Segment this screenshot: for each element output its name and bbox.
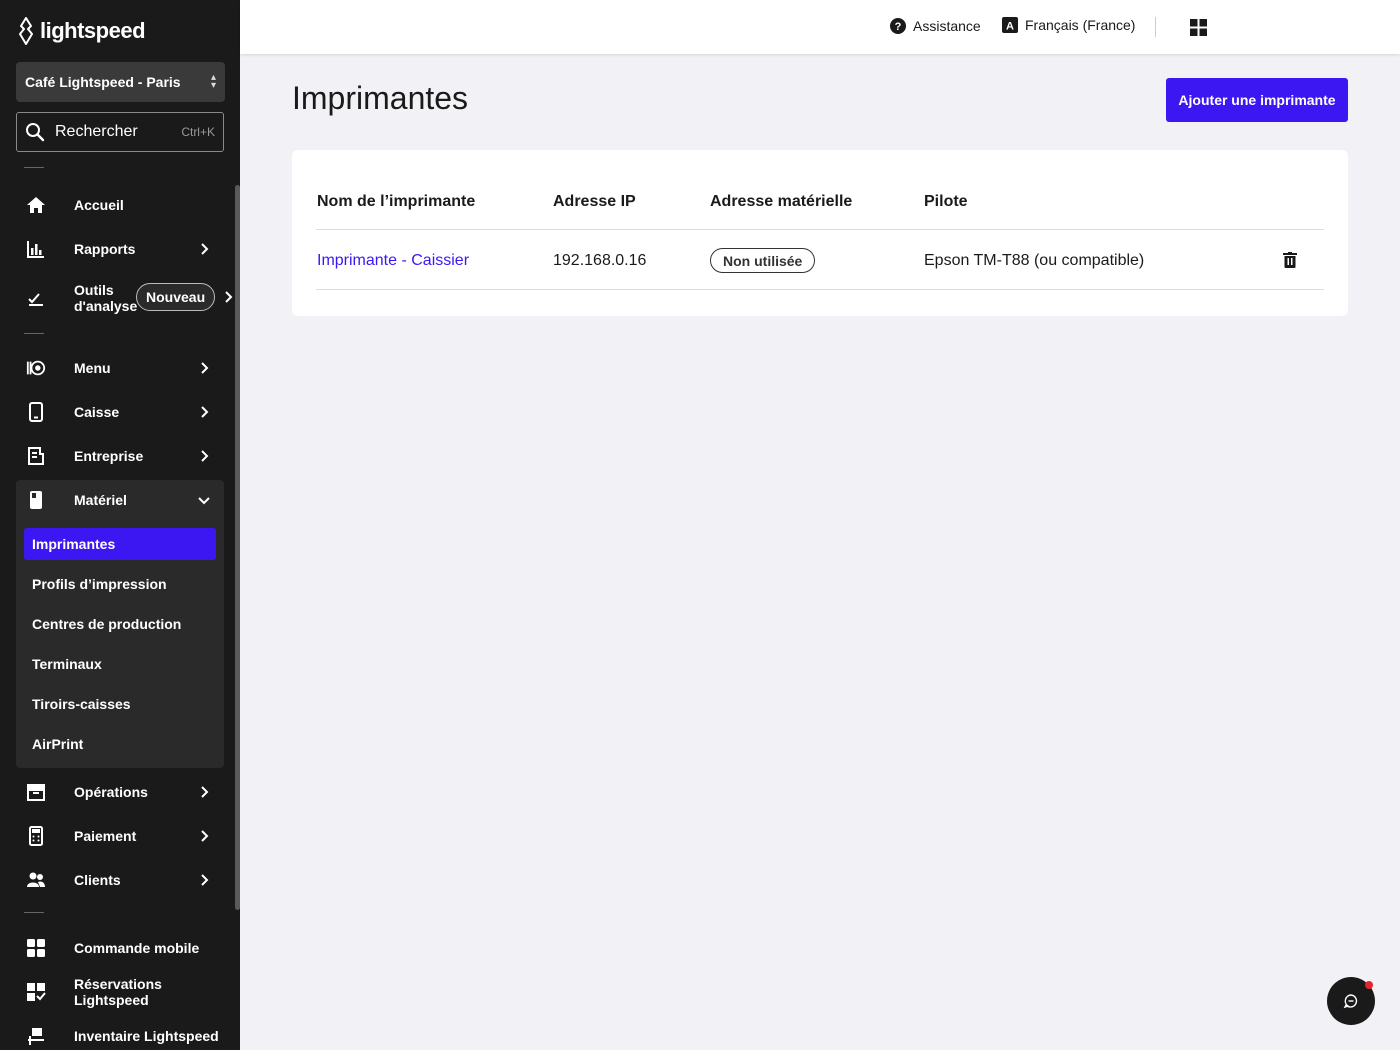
assistance-label: Assistance (913, 18, 981, 34)
column-header-name: Nom de l’imprimante (317, 193, 476, 210)
language-selector[interactable]: A Français (France) (1002, 17, 1135, 33)
reservations-icon (26, 982, 46, 1002)
nav-label: Menu (74, 360, 111, 376)
chevron-right-icon (201, 450, 209, 462)
analytics-icon (26, 288, 46, 308)
nav-label: Paiement (74, 828, 137, 844)
nav-item-inventaire[interactable]: Inventaire Lightspeed (16, 1016, 224, 1050)
new-badge: Nouveau (136, 283, 216, 311)
language-icon: A (1002, 17, 1018, 33)
topbar-separator (1155, 17, 1156, 37)
home-icon (26, 195, 46, 215)
archive-icon (26, 782, 46, 802)
subnav-item-tiroirs-caisses[interactable]: Tiroirs-caisses (24, 688, 216, 720)
payment-terminal-icon (26, 826, 46, 846)
svg-text:?: ? (895, 21, 902, 33)
nav-item-commande-mobile[interactable]: Commande mobile (16, 928, 224, 968)
nav-label-line1: Outils (74, 282, 114, 298)
printer-driver: Epson TM-T88 (ou compatible) (924, 252, 1145, 269)
search-label: Rechercher (55, 123, 138, 140)
location-selector[interactable]: Café Lightspeed - Paris ▴ ▾ (16, 62, 225, 102)
nav-item-rapports[interactable]: Rapports (16, 229, 224, 269)
chat-support-button[interactable] (1327, 977, 1375, 1025)
nav-label: Opérations (74, 784, 148, 800)
subnav-item-profils-impression[interactable]: Profils d’impression (24, 568, 216, 600)
inventory-icon (26, 1026, 46, 1046)
tablet-icon (26, 402, 46, 422)
help-icon: ? (890, 18, 906, 34)
nav-label: Rapports (74, 241, 136, 257)
printer-ip: 192.168.0.16 (553, 252, 647, 269)
column-header-hardware: Adresse matérielle (710, 193, 853, 210)
chevron-right-icon (201, 406, 209, 418)
nav-item-operations[interactable]: Opérations (16, 772, 224, 812)
bar-chart-icon (26, 239, 46, 259)
subnav-item-terminaux[interactable]: Terminaux (24, 648, 216, 680)
subnav-item-airprint[interactable]: AirPrint (24, 728, 216, 760)
grid-app-icon (26, 938, 46, 958)
chevron-right-icon (201, 786, 209, 798)
nav-label: Commande mobile (74, 940, 200, 956)
nav-label: Caisse (74, 404, 120, 420)
page-title: Imprimantes (292, 80, 469, 116)
column-header-driver: Pilote (924, 193, 968, 210)
nav-label: Outils d'analyse (74, 282, 137, 314)
chevron-right-icon (201, 874, 209, 886)
hardware-status-badge: Non utilisée (710, 248, 816, 273)
updown-chevron-icon: ▴ ▾ (210, 72, 216, 91)
nav-label: Inventaire Lightspeed (74, 1028, 219, 1044)
lightspeed-logo[interactable]: lightspeed (16, 16, 146, 46)
menu-dish-icon (26, 358, 46, 378)
chevron-down-icon (198, 497, 210, 505)
document-icon (26, 446, 46, 466)
trash-icon[interactable] (1283, 252, 1297, 268)
sidebar: lightspeed Café Lightspeed - Paris ▴ ▾ Re… (0, 0, 240, 1050)
nav-label: Réservations Lightspeed (74, 976, 162, 1008)
chat-icon (1343, 994, 1358, 1009)
chevron-right-icon[interactable] (220, 289, 236, 305)
hardware-icon (26, 490, 46, 510)
subnav-item-centres-production[interactable]: Centres de production (24, 608, 216, 640)
nav-item-menu[interactable]: Menu (16, 348, 224, 388)
nav-label: Clients (74, 872, 121, 888)
nav-item-accueil[interactable]: Accueil (16, 185, 224, 225)
topbar: ? Assistance A Français (France) (240, 0, 1400, 54)
chevron-right-icon (201, 243, 209, 255)
nav-item-materiel[interactable]: Matériel (16, 480, 224, 520)
nav-divider (24, 912, 44, 913)
nav-divider (24, 167, 44, 168)
logo-text: lightspeed (40, 18, 146, 43)
table-row-divider (316, 289, 1324, 290)
chevron-right-icon (201, 362, 209, 374)
nav-label: Matériel (74, 492, 127, 508)
nav-divider (24, 333, 44, 334)
nav-label: Entreprise (74, 448, 144, 464)
nav-label: Accueil (74, 197, 124, 213)
assistance-link[interactable]: ? Assistance (890, 18, 981, 34)
location-name: Café Lightspeed - Paris (25, 74, 181, 90)
search-icon (26, 123, 45, 142)
subnav-item-imprimantes[interactable]: Imprimantes (24, 528, 216, 560)
nav-item-paiement[interactable]: Paiement (16, 816, 224, 856)
search-shortcut: Ctrl+K (181, 125, 215, 139)
flame-icon (19, 17, 33, 45)
printer-name-link[interactable]: Imprimante - Caissier (317, 252, 469, 270)
column-header-ip: Adresse IP (553, 193, 636, 210)
nav-item-reservations[interactable]: Réservations Lightspeed (16, 972, 224, 1012)
search-button[interactable]: Rechercher Ctrl+K (16, 112, 224, 152)
app-switcher-grid-icon[interactable] (1190, 19, 1207, 36)
nav-item-clients[interactable]: Clients (16, 860, 224, 900)
language-label: Français (France) (1025, 17, 1136, 33)
users-icon (26, 870, 46, 890)
table-header-divider (316, 229, 1324, 230)
svg-text:A: A (1006, 21, 1014, 33)
notification-dot (1365, 981, 1373, 989)
nav-item-caisse[interactable]: Caisse (16, 392, 224, 432)
chevron-right-icon (201, 830, 209, 842)
nav-label-line2: d'analyse (74, 298, 138, 314)
printers-table-card (292, 150, 1348, 316)
add-printer-button[interactable]: Ajouter une imprimante (1166, 78, 1348, 122)
nav-item-entreprise[interactable]: Entreprise (16, 436, 224, 476)
